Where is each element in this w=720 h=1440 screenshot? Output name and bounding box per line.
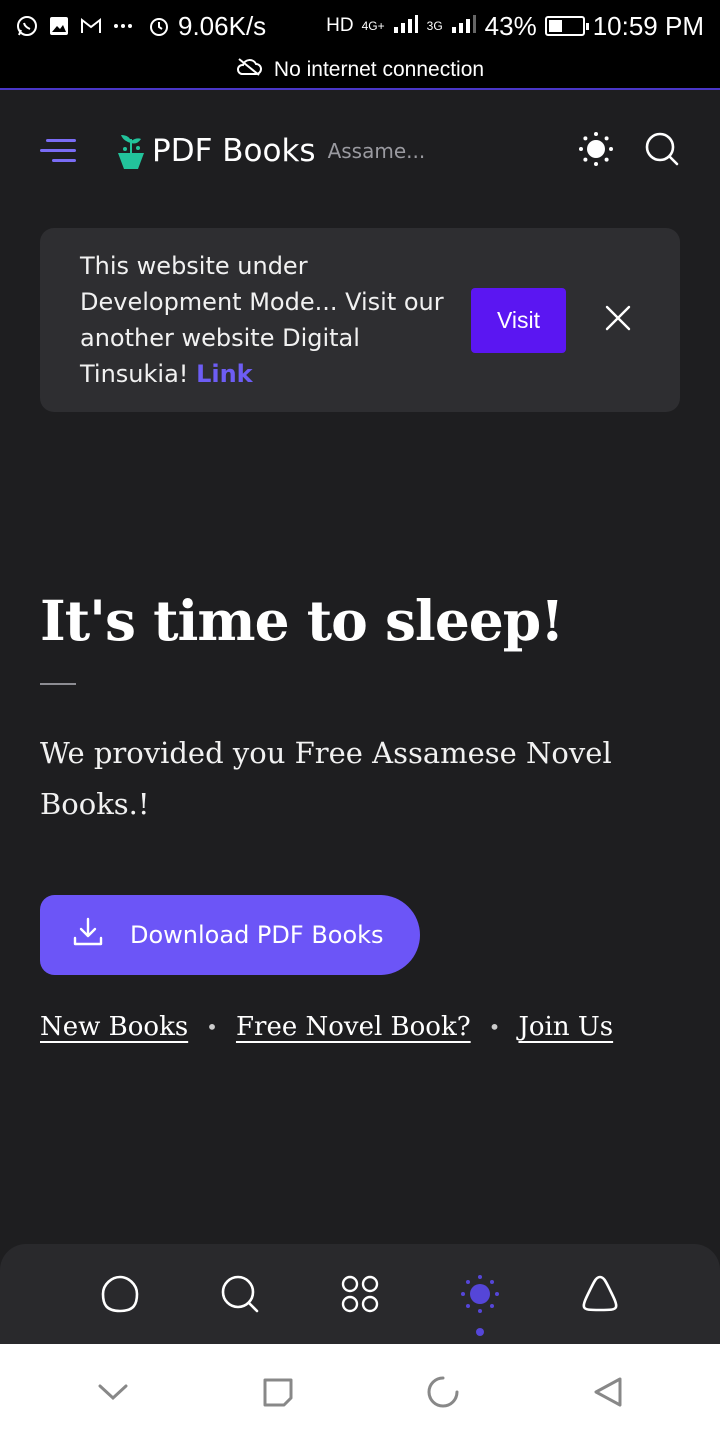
recents-button[interactable] (254, 1368, 302, 1416)
collapse-button[interactable] (89, 1368, 137, 1416)
network-notice: No internet connection (0, 52, 720, 90)
sun-icon[interactable] (578, 131, 614, 171)
nav-notifications[interactable] (576, 1270, 624, 1318)
bottom-nav (0, 1244, 720, 1344)
separator-dot: • (488, 1015, 501, 1039)
link-join-us[interactable]: Join Us (518, 1012, 613, 1042)
status-bar: 9.06K/s HD 4G+ 3G 43% 10:59 PM (0, 0, 720, 52)
system-nav-bar (0, 1344, 720, 1440)
hero-title: It's time to sleep! (40, 588, 564, 653)
home-icon (101, 1275, 139, 1313)
home-button[interactable] (419, 1368, 467, 1416)
alarm-icon (148, 15, 170, 37)
sim1-type: 4G+ (361, 19, 385, 33)
square-icon (263, 1378, 292, 1407)
close-icon (605, 305, 631, 331)
notice-message: This website under Development Mode... V… (80, 252, 444, 388)
nav-search[interactable] (216, 1270, 264, 1318)
download-label: Download PDF Books (130, 921, 384, 949)
sim2-type: 3G (426, 19, 443, 33)
gallery-icon (48, 15, 70, 37)
signal-icon (393, 11, 419, 42)
nav-home[interactable] (96, 1270, 144, 1318)
menu-icon (40, 149, 76, 152)
app-header: PDF Books Assame... (0, 92, 720, 210)
hero-divider (40, 683, 76, 685)
nav-theme[interactable] (456, 1270, 504, 1336)
chevron-down-icon (98, 1384, 127, 1401)
menu-button[interactable] (40, 137, 76, 165)
brand-title[interactable]: PDF Books (152, 133, 316, 169)
active-indicator (476, 1328, 484, 1336)
network-notice-text: No internet connection (273, 58, 485, 81)
search-icon[interactable] (644, 131, 680, 171)
menu-icon (52, 159, 76, 162)
whatsapp-icon (16, 15, 38, 37)
download-button[interactable]: Download PDF Books (40, 895, 420, 975)
quick-links: New Books • Free Novel Book? • Join Us (40, 1012, 613, 1042)
dev-notice: This website under Development Mode... V… (40, 228, 680, 412)
circle-icon (427, 1376, 458, 1408)
grid-icon (341, 1275, 379, 1313)
hd-label: HD (326, 15, 354, 36)
hero-description: We provided you Free Assamese Novel Book… (40, 736, 612, 821)
close-button[interactable] (600, 300, 636, 336)
nav-grid[interactable] (336, 1270, 384, 1318)
sun-icon (461, 1275, 499, 1313)
search-icon (221, 1275, 259, 1313)
notice-text: This website under Development Mode... V… (80, 248, 460, 392)
download-icon (72, 916, 104, 954)
logo-icon[interactable] (116, 131, 146, 171)
more-icon (112, 15, 134, 37)
back-button[interactable] (584, 1368, 632, 1416)
notice-link[interactable]: Link (196, 360, 253, 388)
menu-icon (46, 139, 76, 142)
battery-percent: 43% (484, 10, 537, 41)
signal-icon (451, 11, 477, 42)
brand-subtitle: Assame... (327, 139, 426, 163)
cloud-off-icon (236, 58, 262, 82)
bell-icon (582, 1275, 618, 1312)
visit-button[interactable]: Visit (471, 288, 566, 353)
clock: 10:59 PM (592, 10, 704, 41)
gmail-icon (80, 15, 102, 37)
link-free-novel-book[interactable]: Free Novel Book? (236, 1012, 471, 1042)
separator-dot: • (206, 1015, 218, 1039)
back-triangle-icon (594, 1377, 621, 1407)
battery-icon (544, 16, 589, 36)
link-new-books[interactable]: New Books (40, 1012, 188, 1042)
net-speed: 9.06K/s (178, 10, 267, 41)
